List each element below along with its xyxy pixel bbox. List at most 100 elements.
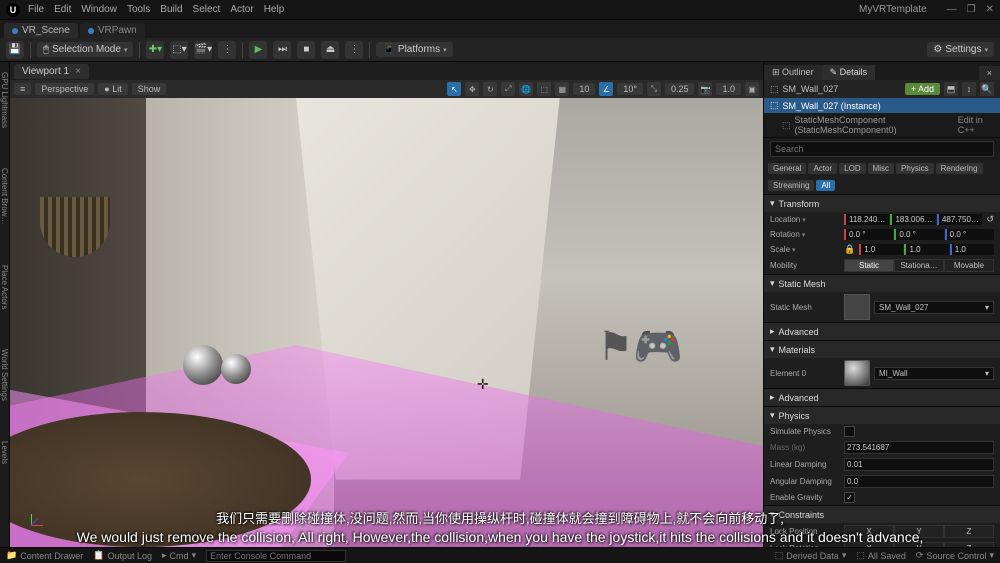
location-z[interactable]: 487.750…	[937, 214, 982, 225]
tab-details[interactable]: ✎ Details	[822, 65, 876, 80]
component-icon-2[interactable]: ↕	[962, 82, 976, 96]
source-control-button[interactable]: ⟳ Source Control ▾	[916, 550, 994, 561]
eject-button[interactable]: ⏏	[321, 41, 339, 59]
location-x[interactable]: 118.240…	[844, 214, 889, 225]
rotation-z[interactable]: 0.0 °	[945, 229, 994, 240]
close-tab-icon[interactable]: ×	[75, 66, 81, 77]
mobility-movable[interactable]: Movable	[944, 259, 994, 272]
camera-speed-value[interactable]: 1.0	[716, 83, 741, 95]
tab-vrpawn[interactable]: VRPawn	[80, 23, 145, 38]
minimize-icon[interactable]: —	[947, 4, 957, 15]
show-dropdown[interactable]: Show	[132, 83, 167, 95]
enable-gravity-checkbox[interactable]	[844, 492, 855, 503]
viewport-3d[interactable]: ⚑🎮 ✛	[10, 98, 763, 547]
mobility-stationary[interactable]: Stationa…	[894, 259, 944, 272]
close-icon[interactable]: ✕	[986, 4, 994, 15]
all-saved-status[interactable]: ⬚ All Saved	[856, 550, 906, 561]
rail-levels[interactable]: Levels	[0, 441, 9, 464]
maximize-icon[interactable]: ❐	[967, 4, 976, 15]
perspective-dropdown[interactable]: Perspective	[35, 83, 94, 95]
menu-tools[interactable]: Tools	[127, 4, 150, 15]
skip-button[interactable]: ⏭	[273, 41, 291, 59]
lock-rot-x[interactable]: X	[844, 542, 894, 547]
camera-speed-icon[interactable]: 📷	[698, 82, 712, 96]
lock-rot-z[interactable]: Z	[944, 542, 994, 547]
viewport-tab[interactable]: Viewport 1×	[14, 64, 89, 79]
translate-tool-icon[interactable]: ✥	[465, 82, 479, 96]
cat-general[interactable]: General	[768, 163, 806, 174]
linear-damping-value[interactable]	[844, 458, 994, 471]
cat-physics[interactable]: Physics	[896, 163, 934, 174]
menu-build[interactable]: Build	[160, 4, 182, 15]
scale-snap-value[interactable]: 0.25	[665, 83, 695, 95]
material-thumb[interactable]	[844, 360, 870, 386]
scale-y[interactable]: 1.0	[904, 244, 948, 255]
lock-scale-icon[interactable]: 🔒	[844, 244, 855, 255]
rotation-label[interactable]: Rotation	[770, 230, 840, 239]
world-local-toggle[interactable]: 🌐	[519, 82, 533, 96]
derived-data-button[interactable]: ⬚ Derived Data ▾	[775, 550, 847, 561]
tab-vr-scene[interactable]: VR_Scene	[4, 23, 78, 38]
maximize-viewport-icon[interactable]: ▣	[745, 82, 759, 96]
lock-pos-y[interactable]: Y	[894, 525, 944, 538]
component-icon-3[interactable]: 🔍	[980, 82, 994, 96]
rail-gpu-lightmass[interactable]: GPU Lightmass	[0, 72, 9, 128]
rotation-x[interactable]: 0.0 °	[844, 229, 893, 240]
rotate-tool-icon[interactable]: ↻	[483, 82, 497, 96]
rail-content-browser[interactable]: Content Brow…	[0, 168, 9, 224]
location-label[interactable]: Location	[770, 215, 840, 224]
instance-row[interactable]: ⬚ SM_Wall_027 (Instance)	[764, 98, 1000, 113]
grid-snap-value[interactable]: 10	[573, 83, 595, 95]
output-log-button[interactable]: 📋 Output Log	[93, 550, 152, 561]
lock-rot-y[interactable]: Y	[894, 542, 944, 547]
static-mesh-dropdown[interactable]: SM_Wall_027▾	[874, 301, 994, 314]
angular-damping-value[interactable]	[844, 475, 994, 488]
cat-streaming[interactable]: Streaming	[768, 180, 814, 191]
surface-snap-icon[interactable]: ⬚	[537, 82, 551, 96]
console-input[interactable]	[206, 550, 346, 562]
cat-rendering[interactable]: Rendering	[936, 163, 983, 174]
settings-dropdown[interactable]: ⚙ Settings	[927, 42, 994, 57]
grid-snap-toggle[interactable]: ▦	[555, 82, 569, 96]
lit-dropdown[interactable]: ● Lit	[98, 83, 127, 95]
menu-edit[interactable]: Edit	[54, 4, 71, 15]
close-panel-icon[interactable]: ×	[979, 66, 1000, 80]
static-mesh-section-head[interactable]: ▾ Static Mesh	[764, 275, 1000, 292]
play-options-button[interactable]: ⋮	[345, 41, 363, 59]
axis-gizmo[interactable]	[16, 511, 46, 541]
scale-label[interactable]: Scale	[770, 245, 840, 254]
add-component-button[interactable]: + Add	[905, 83, 940, 95]
cat-lod[interactable]: LOD	[839, 163, 865, 174]
stop-button[interactable]: ■	[297, 41, 315, 59]
component-row[interactable]: ⬚ StaticMeshComponent (StaticMeshCompone…	[764, 113, 1000, 137]
advanced-2-head[interactable]: ▸ Advanced	[764, 389, 1000, 406]
add-content-button[interactable]: ✚▾	[146, 41, 164, 59]
materials-section-head[interactable]: ▾ Materials	[764, 341, 1000, 358]
cat-all[interactable]: All	[816, 180, 835, 191]
location-y[interactable]: 183.006…	[890, 214, 935, 225]
cat-actor[interactable]: Actor	[808, 163, 837, 174]
angle-snap-toggle[interactable]: ∠	[599, 82, 613, 96]
menu-window[interactable]: Window	[81, 4, 117, 15]
menu-help[interactable]: Help	[264, 4, 285, 15]
menu-file[interactable]: File	[28, 4, 44, 15]
play-button[interactable]: ▶	[249, 41, 267, 59]
rotation-y[interactable]: 0.0 °	[894, 229, 943, 240]
details-search-input[interactable]	[770, 141, 994, 157]
select-tool-icon[interactable]: ↖	[447, 82, 461, 96]
scale-snap-toggle[interactable]: ⤡	[647, 82, 661, 96]
angle-snap-value[interactable]: 10°	[617, 83, 643, 95]
scale-z[interactable]: 1.0	[950, 244, 994, 255]
reset-location-icon[interactable]: ↺	[986, 214, 994, 225]
simulate-physics-checkbox[interactable]	[844, 426, 855, 437]
material-dropdown[interactable]: MI_Wall▾	[874, 367, 994, 380]
save-button[interactable]: 💾	[6, 41, 24, 59]
component-icon-1[interactable]: ⬒	[944, 82, 958, 96]
lock-pos-z[interactable]: Z	[944, 525, 994, 538]
cinematics-button[interactable]: 🎬▾	[194, 41, 212, 59]
lock-pos-x[interactable]: X	[844, 525, 894, 538]
scale-x[interactable]: 1.0	[859, 244, 903, 255]
selection-mode-dropdown[interactable]: 🖱 Selection Mode	[37, 42, 133, 57]
advanced-1-head[interactable]: ▸ Advanced	[764, 323, 1000, 340]
static-mesh-thumb[interactable]	[844, 294, 870, 320]
